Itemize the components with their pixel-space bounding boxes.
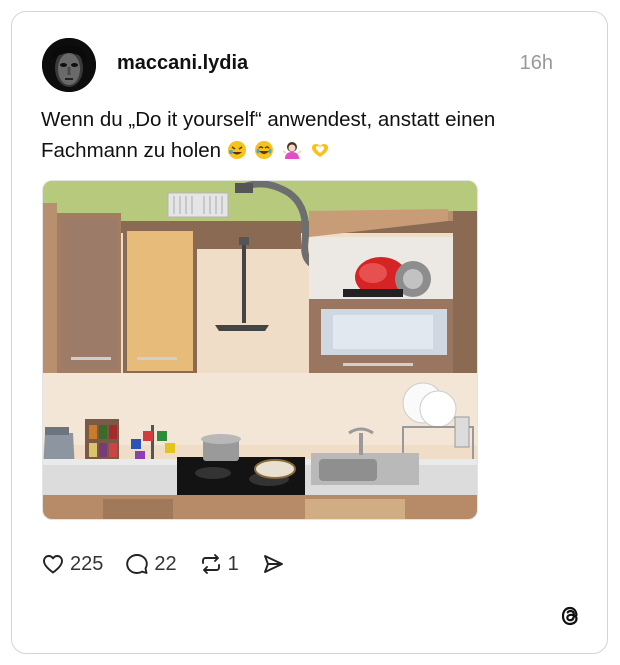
repost-count: 1 <box>227 552 239 575</box>
post-card: maccani.lydia 16h Wenn du „Do it yoursel… <box>11 11 608 654</box>
avatar[interactable] <box>42 38 96 92</box>
heart-hands-emoji <box>311 144 328 157</box>
share-button[interactable] <box>261 552 290 576</box>
comment-icon <box>126 554 149 574</box>
post-image[interactable] <box>42 180 478 520</box>
joy-emoji <box>255 141 274 159</box>
rofl-emoji <box>227 141 246 159</box>
like-count: 225 <box>70 552 104 575</box>
repost-icon <box>201 554 220 574</box>
heart-icon <box>43 555 63 574</box>
send-icon <box>263 555 283 573</box>
like-button[interactable]: 225 <box>41 552 103 576</box>
username[interactable]: maccani.lydia <box>117 52 248 75</box>
woman-shrugging-emoji <box>282 142 302 159</box>
threads-logo-icon <box>561 606 578 626</box>
emoji-group <box>227 139 332 162</box>
comment-button[interactable]: 22 <box>125 552 177 576</box>
post-actions: 225 22 1 <box>41 550 312 578</box>
repost-button[interactable]: 1 <box>199 552 239 576</box>
post-text: Wenn du „Do it yourself“ anwendest, anst… <box>41 104 561 166</box>
comment-count: 22 <box>154 552 177 575</box>
post-timestamp: 16h <box>519 52 553 74</box>
